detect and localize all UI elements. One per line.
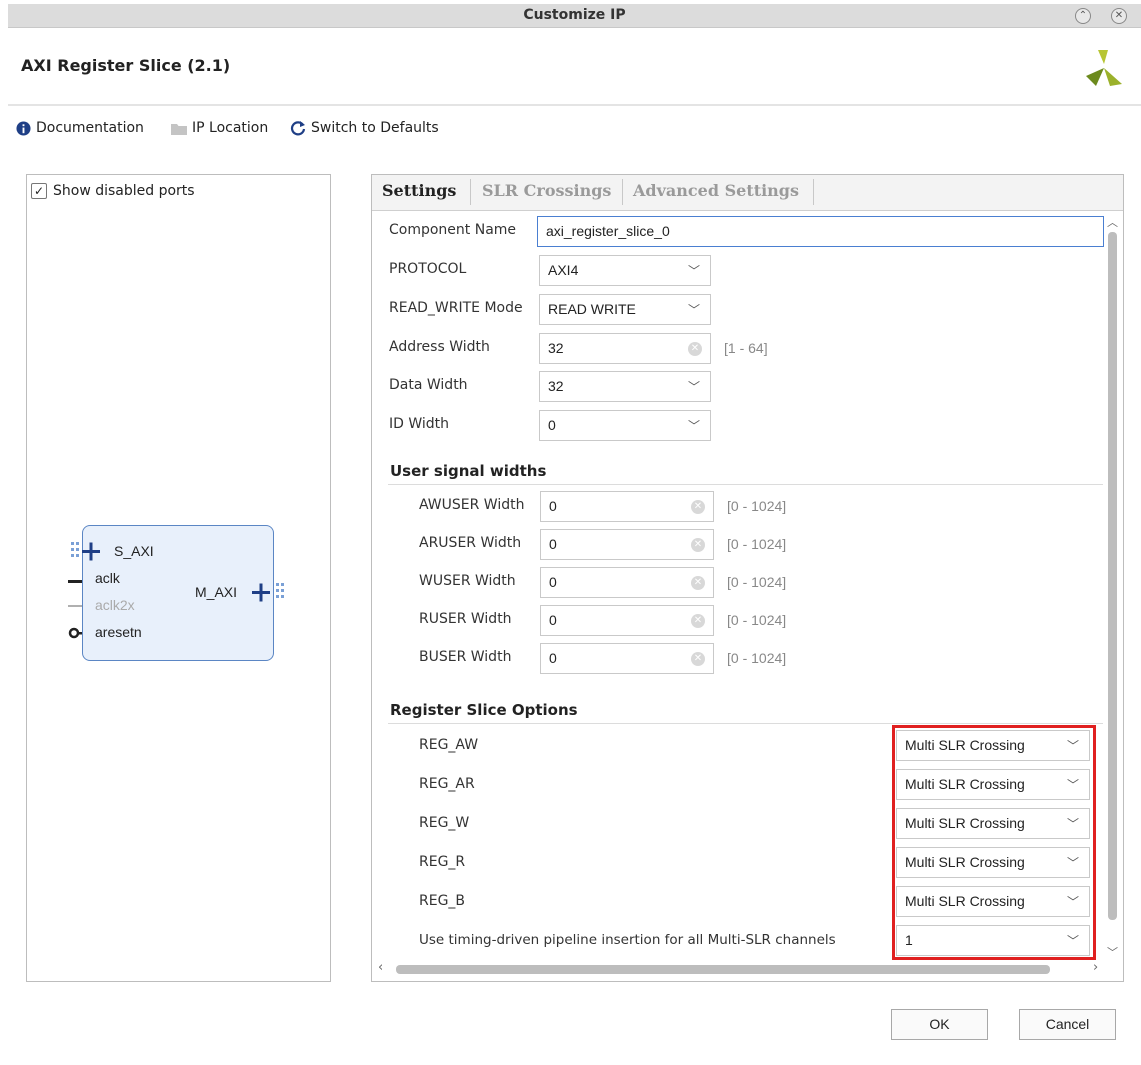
tab-divider — [813, 179, 814, 205]
address-width-label: Address Width — [389, 339, 490, 355]
reg-w-label: REG_W — [419, 815, 470, 831]
section-divider — [388, 723, 1103, 724]
chevron-down-icon: ﹀ — [687, 380, 700, 394]
component-name-label: Component Name — [389, 222, 517, 238]
ok-button[interactable]: OK — [891, 1009, 988, 1040]
tab-settings[interactable]: Settings — [382, 181, 456, 200]
ruser-width-label: RUSER Width — [419, 611, 512, 627]
horizontal-scrollbar[interactable] — [396, 965, 1050, 974]
address-width-value: 32 — [548, 340, 564, 356]
wuser-width-value: 0 — [549, 574, 557, 590]
ruser-width-input[interactable]: 0 ✕ — [540, 605, 714, 636]
address-width-range: [1 - 64] — [724, 340, 768, 356]
ruser-width-range: [0 - 1024] — [727, 612, 787, 628]
protocol-value: AXI4 — [548, 262, 579, 278]
component-name-input[interactable]: axi_register_slice_0 — [537, 216, 1104, 247]
user-signal-widths-title: User signal widths — [390, 462, 547, 480]
clear-icon[interactable]: ✕ — [691, 614, 705, 628]
show-disabled-ports-label: Show disabled ports — [53, 183, 195, 199]
highlight-box — [892, 725, 1096, 960]
close-icon[interactable]: ✕ — [1111, 8, 1127, 24]
aruser-width-value: 0 — [549, 536, 557, 552]
ip-location-label: IP Location — [192, 120, 269, 136]
documentation-button[interactable]: Documentation — [16, 120, 144, 136]
aruser-width-range: [0 - 1024] — [727, 536, 787, 552]
title-bar: Customize IP ⌃ ✕ — [8, 4, 1141, 28]
data-width-select[interactable]: 32 ﹀ — [539, 371, 711, 402]
ip-title: AXI Register Slice (2.1) — [21, 56, 231, 75]
tab-advanced-settings[interactable]: Advanced Settings — [633, 181, 799, 200]
id-width-label: ID Width — [389, 416, 450, 432]
header-separator — [8, 104, 1141, 106]
vertical-scrollbar[interactable] — [1108, 232, 1117, 920]
awuser-width-label: AWUSER Width — [419, 497, 525, 513]
wuser-width-range: [0 - 1024] — [727, 574, 787, 590]
clear-icon[interactable]: ✕ — [691, 652, 705, 666]
awuser-width-range: [0 - 1024] — [727, 498, 787, 514]
buser-width-input[interactable]: 0 ✕ — [540, 643, 714, 674]
chevron-down-icon: ﹀ — [687, 264, 700, 278]
port-s-axi: S_AXI — [114, 543, 154, 559]
ip-location-button[interactable]: IP Location — [171, 120, 268, 136]
awuser-width-value: 0 — [549, 498, 557, 514]
port-aresetn: aresetn — [95, 624, 142, 640]
protocol-label: PROTOCOL — [389, 261, 467, 277]
port-aclk2x: aclk2x — [95, 597, 135, 613]
documentation-label: Documentation — [36, 120, 144, 136]
cancel-button[interactable]: Cancel — [1019, 1009, 1116, 1040]
scroll-down-icon[interactable]: ﹀ — [1107, 944, 1118, 960]
data-width-value: 32 — [548, 378, 564, 394]
scroll-up-icon[interactable]: ︿ — [1107, 214, 1118, 230]
register-slice-options-title: Register Slice Options — [390, 701, 578, 719]
reg-b-label: REG_B — [419, 893, 466, 909]
tab-divider — [622, 179, 623, 205]
wuser-width-input[interactable]: 0 ✕ — [540, 567, 714, 598]
protocol-select[interactable]: AXI4 ﹀ — [539, 255, 711, 286]
data-width-label: Data Width — [389, 377, 468, 393]
section-divider — [388, 484, 1103, 485]
switch-defaults-label: Switch to Defaults — [311, 120, 439, 136]
checkbox-checked-icon: ✓ — [31, 183, 47, 199]
clear-icon[interactable]: ✕ — [688, 342, 702, 356]
clear-icon[interactable]: ✕ — [691, 538, 705, 552]
reg-r-label: REG_R — [419, 854, 466, 870]
id-width-value: 0 — [548, 417, 556, 433]
refresh-icon — [290, 121, 306, 136]
ruser-width-value: 0 — [549, 612, 557, 628]
awuser-width-input[interactable]: 0 ✕ — [540, 491, 714, 522]
chevron-down-icon: ﹀ — [687, 303, 700, 317]
aruser-width-input[interactable]: 0 ✕ — [540, 529, 714, 560]
minimize-icon[interactable]: ⌃ — [1075, 8, 1091, 24]
buser-width-range: [0 - 1024] — [727, 650, 787, 666]
address-width-input[interactable]: 32 ✕ — [539, 333, 711, 364]
window-title: Customize IP — [523, 7, 626, 23]
reg-ar-label: REG_AR — [419, 776, 475, 792]
clear-icon[interactable]: ✕ — [691, 576, 705, 590]
folder-icon — [171, 123, 187, 135]
scroll-left-icon[interactable]: ‹ — [378, 960, 383, 975]
timing-driven-pipeline-label: Use timing-driven pipeline insertion for… — [419, 932, 836, 948]
read-write-mode-value: READ WRITE — [548, 301, 636, 317]
buser-width-label: BUSER Width — [419, 649, 512, 665]
aruser-width-label: ARUSER Width — [419, 535, 522, 551]
xilinx-logo-icon — [1086, 50, 1122, 86]
tab-divider — [470, 179, 471, 205]
port-aclk: aclk — [95, 570, 120, 586]
id-width-select[interactable]: 0 ﹀ — [539, 410, 711, 441]
show-disabled-ports-checkbox[interactable]: ✓ Show disabled ports — [31, 183, 195, 199]
switch-defaults-button[interactable]: Switch to Defaults — [290, 120, 439, 136]
wuser-width-label: WUSER Width — [419, 573, 516, 589]
tab-slr-crossings[interactable]: SLR Crossings — [482, 181, 611, 200]
port-m-axi: M_AXI — [195, 584, 238, 600]
reg-aw-label: REG_AW — [419, 737, 479, 753]
chevron-down-icon: ﹀ — [687, 419, 700, 433]
buser-width-value: 0 — [549, 650, 557, 666]
clear-icon[interactable]: ✕ — [691, 500, 705, 514]
tab-bar: Settings SLR Crossings Advanced Settings — [372, 175, 1123, 211]
info-icon — [16, 120, 31, 136]
scroll-right-icon[interactable]: › — [1093, 960, 1098, 975]
read-write-mode-select[interactable]: READ WRITE ﹀ — [539, 294, 711, 325]
read-write-mode-label: READ_WRITE Mode — [389, 300, 523, 316]
